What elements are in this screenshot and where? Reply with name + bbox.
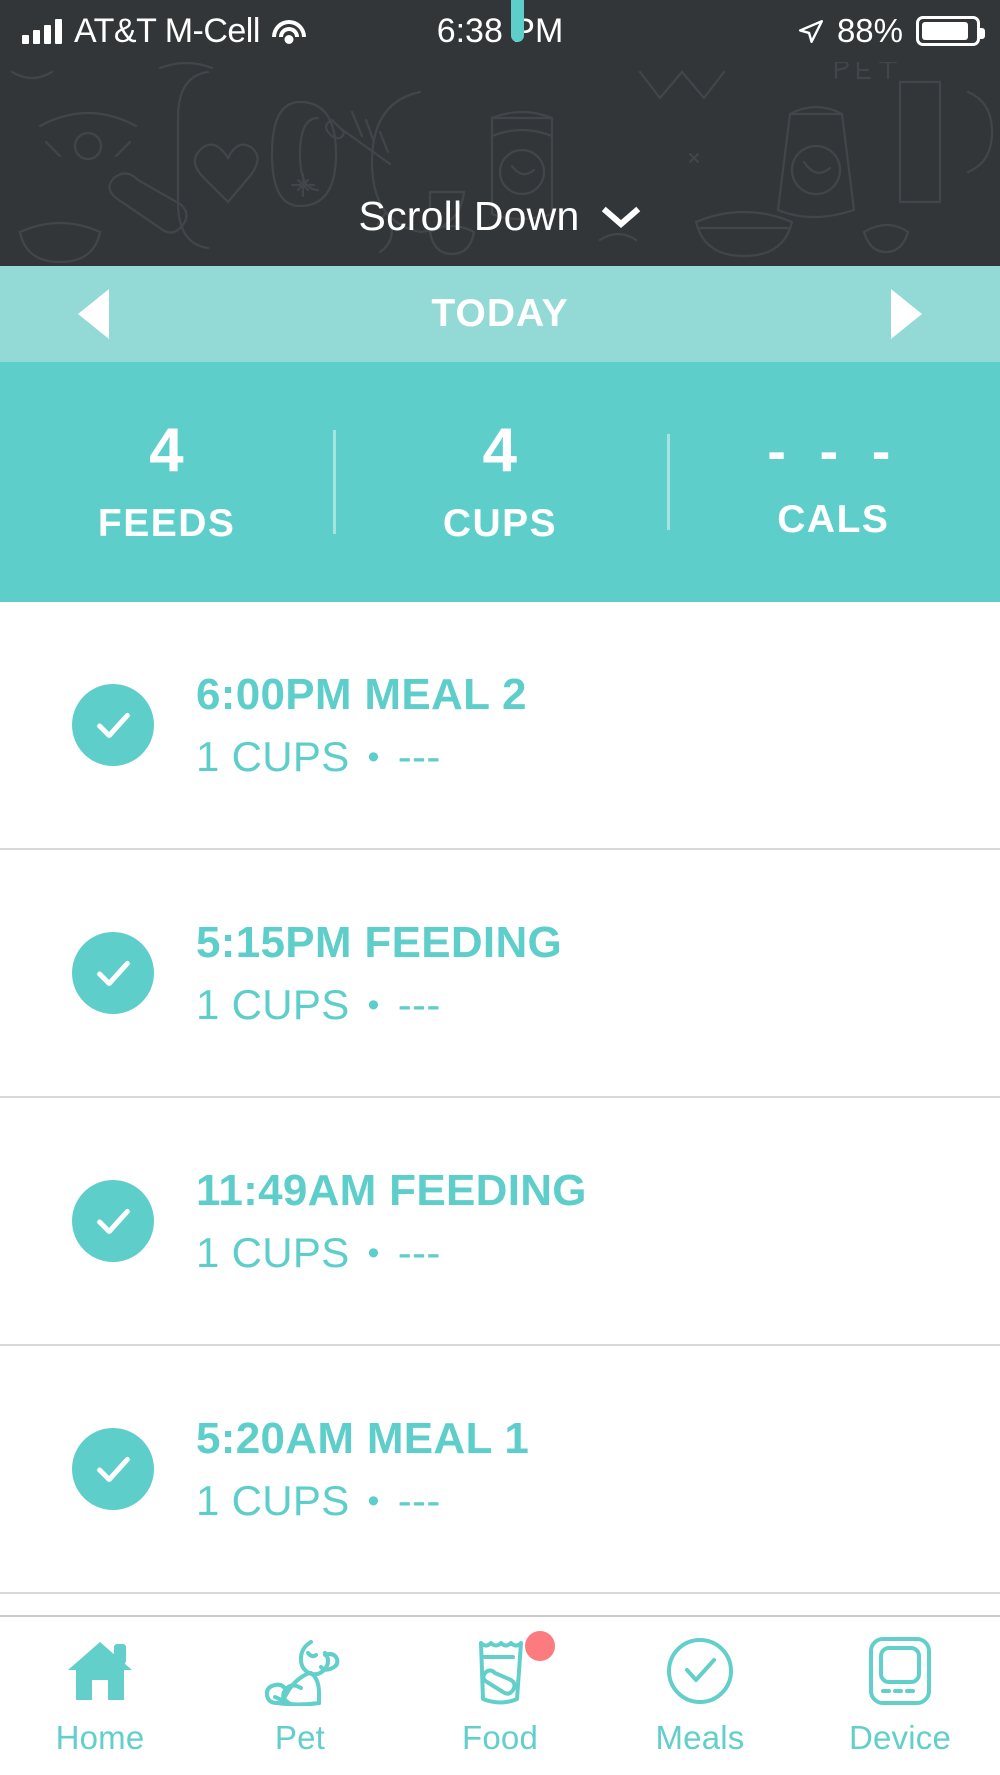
feed-amount: 1 CUPS bbox=[196, 1477, 350, 1525]
scroll-down-label: Scroll Down bbox=[358, 193, 580, 239]
feed-amount: 1 CUPS bbox=[196, 981, 350, 1029]
tab-pet[interactable]: Pet bbox=[200, 1633, 400, 1757]
check-circle-icon bbox=[72, 1428, 154, 1510]
stat-cals-value: - - - bbox=[767, 418, 900, 482]
stat-cups: 4 CUPS bbox=[333, 418, 666, 545]
chevron-down-icon bbox=[602, 206, 641, 228]
battery-icon bbox=[916, 16, 985, 46]
feed-row-text: 11:49AM FEEDING 1 CUPS • --- bbox=[196, 1165, 587, 1278]
wifi-icon bbox=[271, 18, 306, 44]
status-bar-right: 88% bbox=[798, 12, 1000, 50]
tab-food[interactable]: Food bbox=[400, 1631, 600, 1757]
tab-meals-label: Meals bbox=[655, 1719, 745, 1756]
stat-cals: - - - CALS bbox=[666, 418, 1000, 543]
carrier-label: AT&T M-Cell bbox=[74, 11, 260, 50]
recording-indicator bbox=[510, 0, 524, 42]
tab-home-label: Home bbox=[55, 1719, 145, 1756]
tab-pet-label: Pet bbox=[274, 1719, 326, 1756]
battery-percent-label: 88% bbox=[836, 12, 903, 49]
date-navigation-bar: TODAY bbox=[0, 266, 1000, 362]
feed-separator: • bbox=[367, 738, 380, 777]
status-bar-clock: 6:38 PM bbox=[436, 0, 564, 51]
feed-title: 11:49AM FEEDING bbox=[196, 1165, 587, 1215]
feed-subtitle: 1 CUPS • --- bbox=[196, 1229, 587, 1277]
dog-sitting-icon bbox=[259, 1633, 341, 1709]
tab-home[interactable]: Home bbox=[0, 1633, 200, 1757]
feed-history-list: 6:00PM MEAL 2 1 CUPS • --- 5:15PM FEEDIN… bbox=[0, 602, 1000, 1615]
house-icon bbox=[64, 1633, 136, 1709]
daily-stats-bar: 4 FEEDS 4 CUPS - - - CALS bbox=[0, 362, 1000, 602]
feed-calories: --- bbox=[397, 1477, 441, 1525]
table-row[interactable]: 11:49AM FEEDING 1 CUPS • --- bbox=[0, 1098, 1000, 1346]
scroll-down-hint[interactable]: Scroll Down bbox=[0, 193, 1000, 240]
stat-cups-value: 4 bbox=[482, 416, 518, 486]
check-circle-outline-icon bbox=[663, 1633, 737, 1709]
feed-subtitle: 1 CUPS • --- bbox=[196, 1477, 529, 1525]
status-bar: AT&T M-Cell 6:38 PM 88% bbox=[0, 0, 1000, 62]
feed-row-text: 5:15PM FEEDING 1 CUPS • --- bbox=[196, 917, 562, 1030]
check-circle-icon bbox=[72, 684, 154, 766]
stat-cups-label: CUPS bbox=[442, 501, 558, 545]
feed-amount: 1 CUPS bbox=[196, 733, 350, 781]
tab-device[interactable]: Device bbox=[800, 1633, 1000, 1757]
feed-calories: --- bbox=[397, 1229, 441, 1277]
stat-feeds-label: FEEDS bbox=[97, 501, 236, 545]
tab-device-label: Device bbox=[848, 1719, 952, 1756]
feed-title: 6:00PM MEAL 2 bbox=[196, 669, 527, 719]
location-arrow-icon bbox=[798, 20, 823, 44]
tab-meals[interactable]: Meals bbox=[600, 1633, 800, 1757]
stat-cals-label: CALS bbox=[777, 498, 890, 542]
table-row[interactable]: 5:20AM MEAL 1 1 CUPS • --- bbox=[0, 1346, 1000, 1594]
hero-header: Scroll Down bbox=[0, 62, 1000, 266]
food-bag-icon bbox=[465, 1631, 555, 1709]
feed-row-text: 6:00PM MEAL 2 1 CUPS • --- bbox=[196, 669, 527, 782]
date-label: TODAY bbox=[431, 292, 569, 335]
feed-subtitle: 1 CUPS • --- bbox=[196, 981, 562, 1029]
cell-signal-icon bbox=[22, 18, 62, 44]
table-row[interactable]: 6:00PM MEAL 2 1 CUPS • --- bbox=[0, 602, 1000, 850]
feed-title: 5:15PM FEEDING bbox=[196, 917, 563, 967]
stat-feeds-value: 4 bbox=[149, 416, 185, 486]
feed-separator: • bbox=[367, 986, 380, 1025]
feed-separator: • bbox=[367, 1234, 380, 1273]
table-row[interactable]: 5:15PM FEEDING 1 CUPS • --- bbox=[0, 850, 1000, 1098]
feed-amount: 1 CUPS bbox=[196, 1229, 350, 1277]
device-feeder-icon bbox=[865, 1633, 935, 1709]
status-bar-left: AT&T M-Cell bbox=[0, 12, 306, 51]
notification-badge bbox=[525, 1631, 555, 1661]
feed-separator: • bbox=[367, 1482, 380, 1521]
check-circle-icon bbox=[72, 932, 154, 1014]
check-circle-icon bbox=[72, 1180, 154, 1262]
bottom-tab-bar: Home Pet Food Meals Device bbox=[0, 1615, 1000, 1775]
stat-feeds: 4 FEEDS bbox=[0, 418, 333, 545]
tab-food-label: Food bbox=[461, 1719, 539, 1756]
clock-text: 6:38 PM bbox=[436, 11, 564, 50]
feed-title: 5:20AM MEAL 1 bbox=[196, 1413, 530, 1463]
feed-calories: --- bbox=[397, 733, 441, 781]
app-screen: AT&T M-Cell 6:38 PM 88% Scroll Down TODA… bbox=[0, 0, 1000, 1775]
feed-row-text: 5:20AM MEAL 1 1 CUPS • --- bbox=[196, 1413, 529, 1526]
feed-calories: --- bbox=[397, 981, 441, 1029]
feed-subtitle: 1 CUPS • --- bbox=[196, 733, 527, 781]
